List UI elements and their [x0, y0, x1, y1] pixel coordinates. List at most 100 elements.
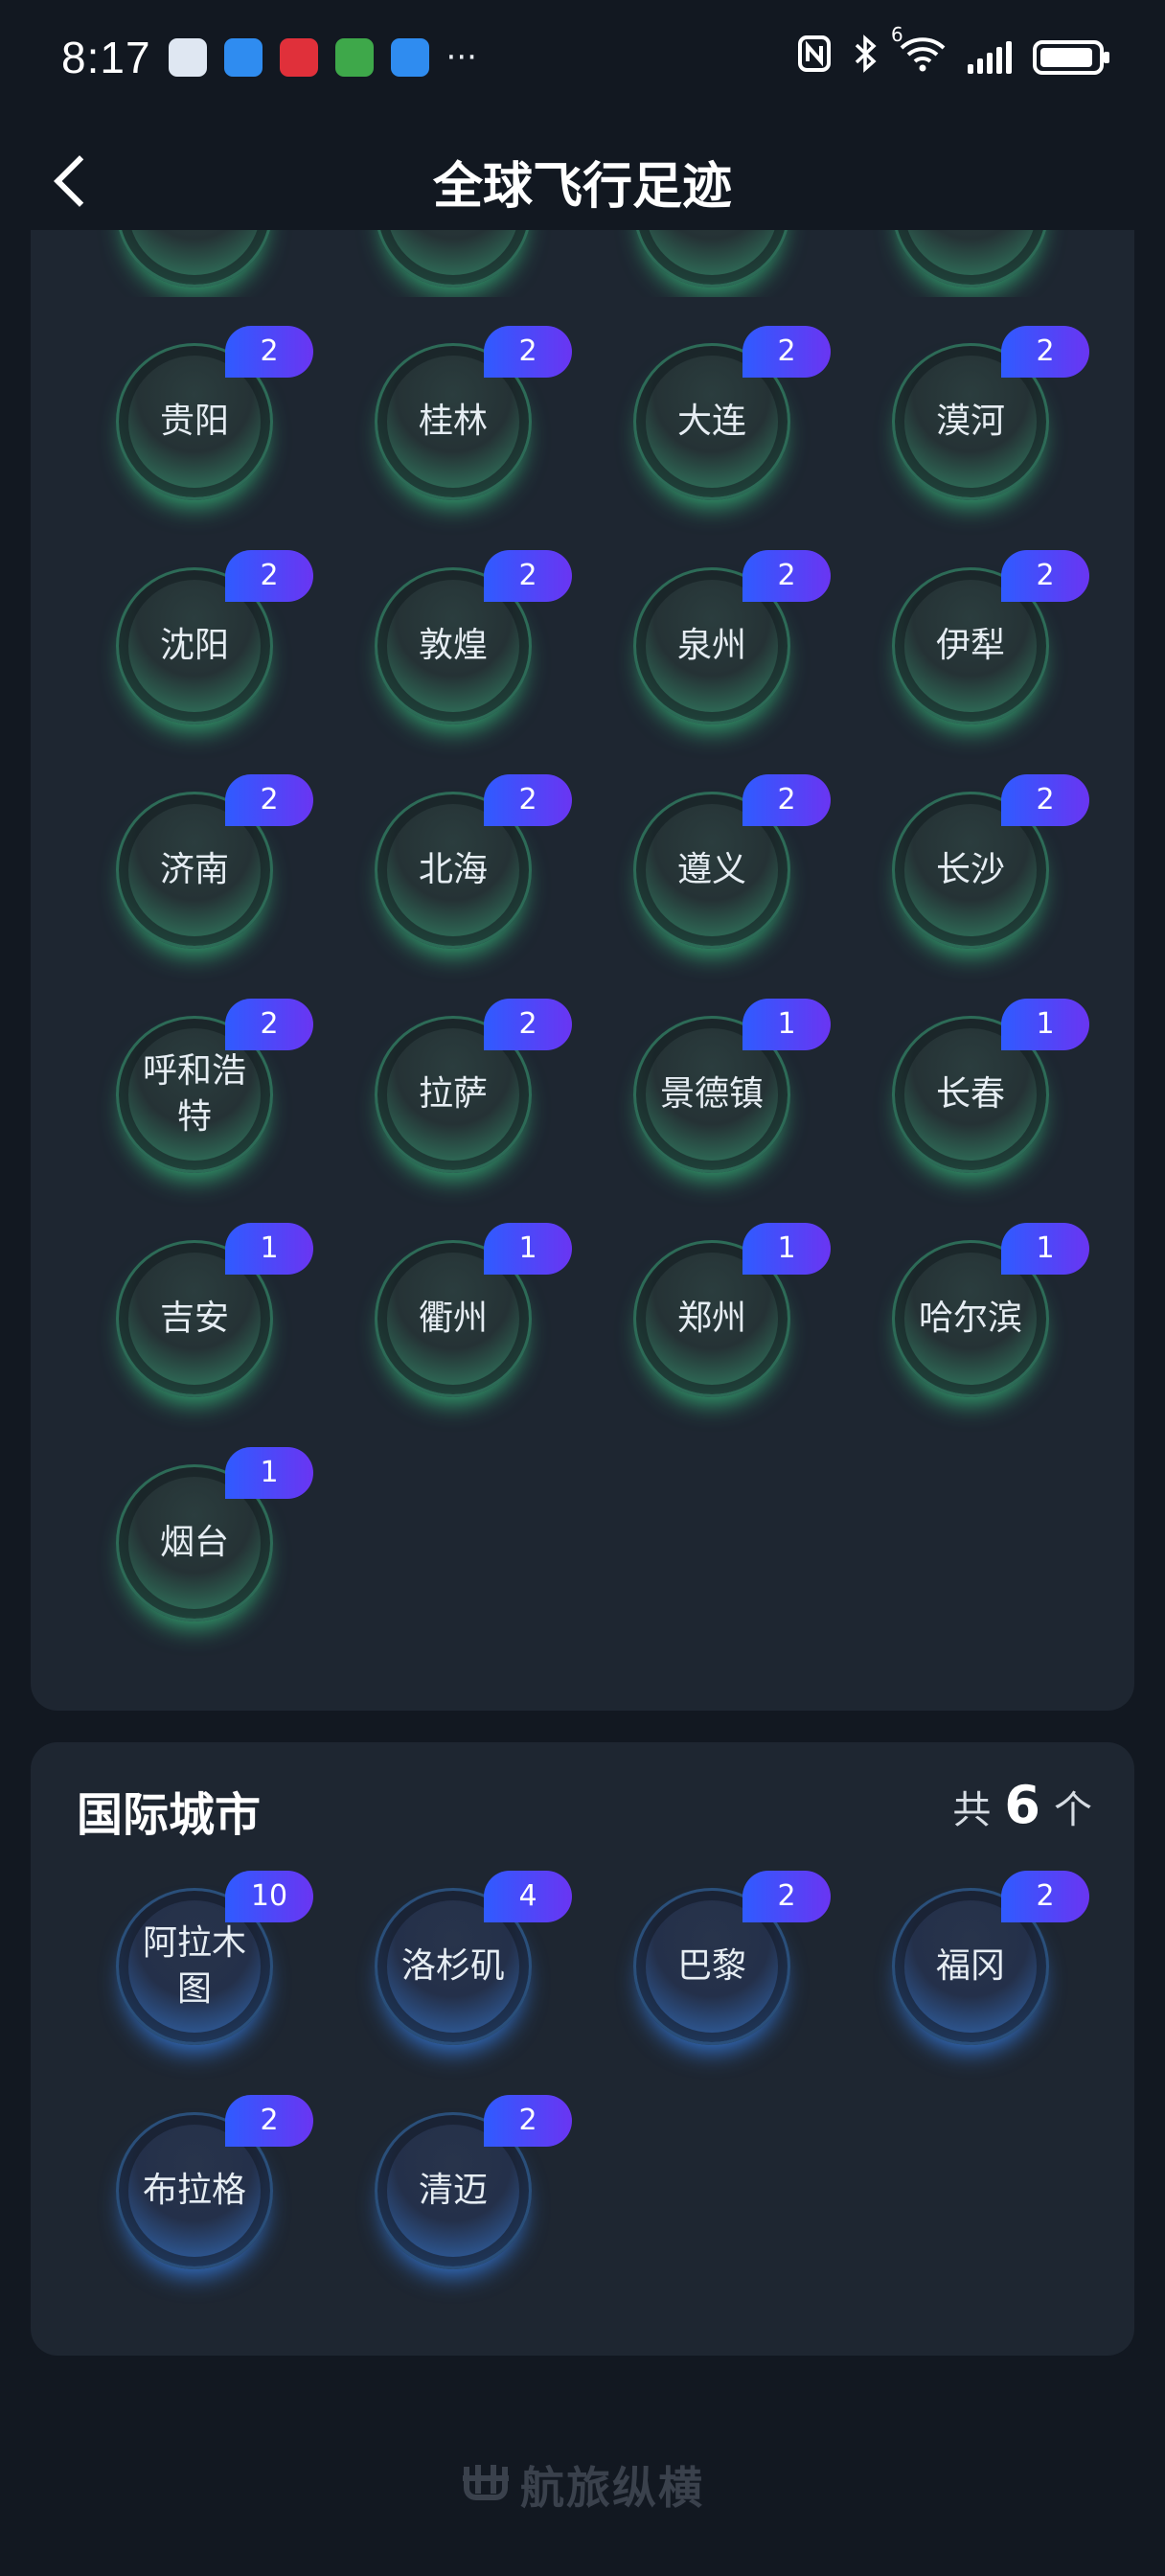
city-item[interactable]: 大连 2 — [582, 326, 841, 500]
visit-count-badge: 2 — [742, 550, 831, 602]
visit-count-badge: 2 — [484, 550, 572, 602]
visit-count-badge: 2 — [225, 550, 313, 602]
international-count: 共 6 个 — [952, 1775, 1092, 1835]
battery-icon — [1033, 40, 1109, 75]
international-cities-panel: 国际城市 共 6 个 阿拉木图 10 洛杉矶 4 巴黎 2 福冈 2 布拉格 2 清迈 2 — [31, 1742, 1134, 2356]
city-item[interactable]: 巴黎 2 — [582, 1871, 841, 2045]
city-name: 哈尔滨 — [918, 1299, 1022, 1338]
visit-count-badge: 2 — [1001, 1871, 1089, 1922]
city-name: 贵阳 — [159, 402, 229, 441]
status-bar: 8:17 ··· 6 — [0, 0, 1165, 115]
city-item[interactable]: 拉萨 2 — [324, 999, 582, 1173]
green-app-icon — [334, 38, 374, 77]
city-item[interactable]: 阿拉木图 10 — [65, 1871, 324, 2045]
nfc-icon — [797, 34, 832, 81]
city-item[interactable]: 漠河 2 — [841, 326, 1100, 500]
status-time: 8:17 — [61, 33, 151, 82]
visit-count-badge: 2 — [742, 326, 831, 378]
city-item[interactable]: 伊犁 2 — [841, 550, 1100, 724]
nav-header: 全球飞行足迹 — [0, 134, 1165, 230]
city-name: 福冈 — [935, 1946, 1005, 1986]
visit-count-badge: 2 — [1001, 326, 1089, 378]
visit-count-badge: 2 — [742, 1871, 831, 1922]
city-name: 清迈 — [418, 2171, 488, 2210]
city-item[interactable]: 清迈 2 — [324, 2095, 582, 2269]
city-item[interactable]: 长沙 2 — [841, 774, 1100, 949]
city-name: 北海 — [418, 850, 488, 889]
visit-count-badge: 1 — [1001, 999, 1089, 1050]
wifi-icon: 6 — [891, 23, 947, 81]
city-item[interactable]: 景德镇 1 — [582, 999, 841, 1173]
city-item[interactable]: 郑州 1 — [582, 1223, 841, 1397]
count-prefix: 共 — [952, 1788, 992, 1832]
network-type-label: 6 — [891, 22, 903, 46]
city-item[interactable]: 布拉格 2 — [65, 2095, 324, 2269]
city-name: 漠河 — [935, 402, 1005, 441]
cellular-signal-icon — [968, 41, 1012, 74]
visit-count-badge: 1 — [484, 1223, 572, 1275]
city-name: 沈阳 — [159, 626, 229, 665]
international-section-title: 国际城市 — [77, 1788, 262, 1842]
city-name: 伊犁 — [935, 626, 1005, 665]
city-name: 郑州 — [676, 1299, 746, 1338]
city-item[interactable]: 烟台 1 — [65, 1447, 324, 1622]
doctor-app-icon — [168, 38, 207, 77]
visit-count-badge: 4 — [484, 1871, 572, 1922]
visit-count-badge: 2 — [225, 326, 313, 378]
count-number: 6 — [1004, 1775, 1040, 1835]
domestic-city-grid: 贵阳 2 桂林 2 大连 2 漠河 2 沈阳 2 敦煌 2 泉州 2 伊犁 2 济南 2 北海 2 遵义 2 长沙 2 呼和浩特… — [31, 326, 1134, 1622]
visit-count-badge: 1 — [1001, 1223, 1089, 1275]
city-item[interactable]: 衢州 1 — [324, 1223, 582, 1397]
city-item[interactable]: 泉州 2 — [582, 550, 841, 724]
bluetooth-icon — [853, 34, 878, 81]
city-item[interactable]: 哈尔滨 1 — [841, 1223, 1100, 1397]
city-item[interactable]: 贵阳 2 — [65, 326, 324, 500]
city-name: 阿拉木图 — [142, 1923, 246, 2009]
more-notifications-icon: ··· — [445, 38, 477, 77]
visit-count-badge: 2 — [1001, 774, 1089, 826]
scrolled-row-partial — [31, 230, 1134, 297]
city-circle-partial — [633, 230, 790, 288]
city-name: 泉州 — [676, 626, 746, 665]
visit-count-badge: 1 — [225, 1447, 313, 1499]
city-item[interactable]: 长春 1 — [841, 999, 1100, 1173]
count-suffix: 个 — [1054, 1788, 1092, 1832]
visit-count-badge: 2 — [1001, 550, 1089, 602]
visit-count-badge: 2 — [225, 774, 313, 826]
visit-count-badge: 2 — [484, 999, 572, 1050]
city-circle-partial — [375, 230, 532, 288]
cloud-app-icon-2 — [390, 38, 429, 77]
visit-count-badge: 1 — [742, 1223, 831, 1275]
visit-count-badge: 2 — [225, 2095, 313, 2147]
brand-name: 航旅纵横 — [520, 2462, 704, 2514]
city-item[interactable]: 福冈 2 — [841, 1871, 1100, 2045]
city-name: 拉萨 — [418, 1074, 488, 1114]
city-name: 呼和浩特 — [142, 1051, 246, 1137]
city-circle-partial — [116, 230, 273, 288]
city-name: 桂林 — [418, 402, 488, 441]
city-name: 景德镇 — [659, 1074, 764, 1114]
city-name: 大连 — [676, 402, 746, 441]
status-left: 8:17 ··· — [61, 32, 477, 83]
city-item[interactable]: 济南 2 — [65, 774, 324, 949]
visit-count-badge: 1 — [742, 999, 831, 1050]
cloud-app-icon — [223, 38, 263, 77]
city-name: 衢州 — [418, 1299, 488, 1338]
city-item[interactable]: 桂林 2 — [324, 326, 582, 500]
city-item[interactable]: 北海 2 — [324, 774, 582, 949]
city-name: 吉安 — [159, 1299, 229, 1338]
city-item[interactable]: 沈阳 2 — [65, 550, 324, 724]
city-circle-partial — [892, 230, 1049, 288]
city-item[interactable]: 遵义 2 — [582, 774, 841, 949]
city-item[interactable]: 敦煌 2 — [324, 550, 582, 724]
visit-count-badge: 2 — [484, 2095, 572, 2147]
city-item[interactable]: 呼和浩特 2 — [65, 999, 324, 1173]
brand-logo-icon — [461, 2461, 511, 2514]
visit-count-badge: 2 — [484, 326, 572, 378]
city-item[interactable]: 吉安 1 — [65, 1223, 324, 1397]
city-name: 布拉格 — [142, 2171, 246, 2210]
city-name: 长春 — [935, 1074, 1005, 1114]
international-city-grid: 阿拉木图 10 洛杉矶 4 巴黎 2 福冈 2 布拉格 2 清迈 2 — [31, 1871, 1134, 2269]
city-item[interactable]: 洛杉矶 4 — [324, 1871, 582, 2045]
city-name: 长沙 — [935, 850, 1005, 889]
